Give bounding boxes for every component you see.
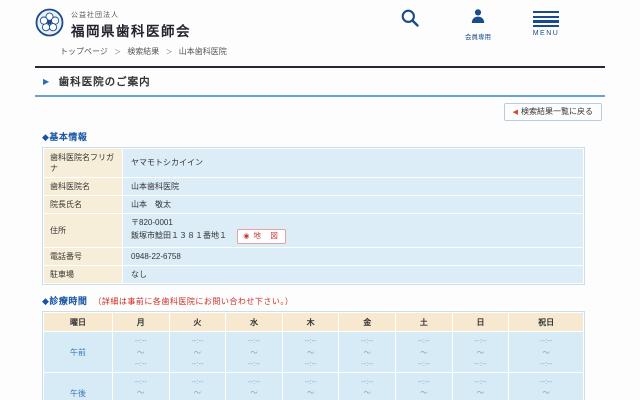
row-value: 山本 敬太 <box>123 195 583 213</box>
column-header: 水 <box>226 313 282 332</box>
hours-cell: --:--～--:-- <box>169 332 226 373</box>
member-area-label: 会員専用 <box>465 34 491 41</box>
table-row: 駐車場 なし <box>44 266 583 284</box>
hours-cell: --:--～--:-- <box>226 373 282 400</box>
breadcrumb-separator: ＞ <box>165 49 173 56</box>
hours-cell: --:--～--:-- <box>452 373 509 400</box>
hours-note: （詳細は事前に各歯科医院にお問い合わせ下さい。） <box>93 297 294 307</box>
back-to-results-button[interactable]: ◀ 検索結果一覧に戻る <box>503 103 602 121</box>
table-row: 住所 〒820-0001 飯塚市鯰田１３８１番地１ ◉ 地 図 <box>44 213 583 248</box>
hours-cell: --:--～--:-- <box>339 332 396 373</box>
row-label: 住所 <box>44 213 122 248</box>
row-label: 歯科医院名 <box>44 177 122 195</box>
address-value: 〒820-0001 飯塚市鯰田１３８１番地１ ◉ 地 図 <box>123 213 583 248</box>
column-header: 月 <box>113 313 169 332</box>
breadcrumb-link-home[interactable]: トップページ <box>60 47 108 56</box>
breadcrumb-separator: ＞ <box>114 49 122 56</box>
back-button-label: 検索結果一覧に戻る <box>521 107 593 116</box>
row-value: なし <box>123 266 583 284</box>
menu-label: MENU <box>532 30 560 38</box>
phone-value: 0948-22-6758 <box>123 248 583 266</box>
hours-cell: --:--～--:-- <box>226 332 282 373</box>
header-icons: 会員専用 MENU <box>389 8 605 41</box>
basic-info-table: 歯科医院名フリガナ ヤマモトシカイイン 歯科医院名 山本歯科医院 院長氏名 山本… <box>42 146 585 286</box>
column-header: 祝日 <box>509 313 583 332</box>
row-label: 院長氏名 <box>44 195 122 213</box>
column-header: 日 <box>452 313 509 332</box>
hours-table: 曜日 月 火 水 木 金 土 日 祝日 午前 --:-- ～ --:-- --:--… <box>42 311 585 400</box>
page-root: 公益社団法人 福岡県歯科医師会 会員専用 MENU トップページ ＞ 検索結果 … <box>0 0 640 400</box>
row-label-am: 午前 <box>44 332 112 373</box>
hours-row-am: 午前 --:-- ～ --:-- --:-- ～ --:-- --:-- ～ --:-- -… <box>44 332 583 373</box>
breadcrumb-link-search-results[interactable]: 検索結果 <box>127 47 159 56</box>
map-marker-icon: ◉ <box>243 233 251 241</box>
member-person-icon <box>470 8 486 29</box>
hours-cell: --:--～--:-- <box>396 373 452 400</box>
breadcrumb: トップページ ＞ 検索結果 ＞ 山本歯科医院 <box>60 46 640 57</box>
postal-code: 〒820-0001 <box>131 217 173 227</box>
hours-cell: --:--～--:-- <box>113 332 169 373</box>
table-row: 電話番号 0948-22-6758 <box>44 248 583 266</box>
back-row: ◀ 検索結果一覧に戻る <box>0 101 602 121</box>
street-address: 飯塚市鯰田１３８１番地１ <box>131 231 227 241</box>
site-header: 公益社団法人 福岡県歯科医師会 会員専用 MENU <box>0 0 640 42</box>
hours-cell: --:--～--:-- <box>396 332 452 373</box>
hours-cell: --:--～--:-- <box>113 373 169 400</box>
hours-heading: ◆診療時間 （詳細は事前に各歯科医院にお問い合わせ下さい。） <box>42 294 640 307</box>
hours-header-row: 曜日 月 火 水 木 金 土 日 祝日 <box>44 313 583 332</box>
row-value: 山本歯科医院 <box>123 177 583 195</box>
menu-button[interactable]: MENU <box>525 8 567 41</box>
association-emblem-icon <box>35 8 64 42</box>
row-value: ヤマモトシカイイン <box>123 148 583 177</box>
row-label: 電話番号 <box>44 248 122 266</box>
column-header: 土 <box>396 313 452 332</box>
row-label: 駐車場 <box>44 266 122 284</box>
back-arrow-icon: ◀ <box>512 109 518 116</box>
row-label: 歯科医院名フリガナ <box>44 148 122 177</box>
breadcrumb-current: 山本歯科医院 <box>178 47 227 56</box>
org-name-label: 福岡県歯科医師会 <box>71 24 191 39</box>
hours-cell: --:--～--:-- <box>509 373 583 400</box>
column-header: 木 <box>282 313 339 332</box>
column-header: 金 <box>339 313 396 332</box>
table-row: 院長氏名 山本 敬太 <box>44 195 583 213</box>
table-row: 歯科医院名 山本歯科医院 <box>44 177 583 195</box>
column-header: 火 <box>169 313 226 332</box>
page-title: 歯科医院のご案内 <box>58 76 151 88</box>
hours-cell: --:--～--:-- <box>339 373 396 400</box>
org-type-label: 公益社団法人 <box>71 12 119 19</box>
member-area-button[interactable]: 会員専用 <box>457 8 499 41</box>
org-text: 公益社団法人 福岡県歯科医師会 <box>71 10 191 40</box>
hamburger-menu-icon <box>533 11 559 28</box>
search-icon <box>400 8 420 33</box>
hours-cell: --:--～--:-- <box>282 332 339 373</box>
hours-cell: --:--～--:-- <box>169 373 226 400</box>
search-button[interactable] <box>389 8 431 41</box>
hours-row-pm: 午後 --:--～--:-- --:--～--:-- --:--～--:-- -… <box>44 373 583 400</box>
table-row: 歯科医院名フリガナ ヤマモトシカイイン <box>44 148 583 177</box>
title-arrow-icon: ▶ <box>43 77 50 86</box>
column-header: 曜日 <box>44 313 112 332</box>
page-title-bar: ▶ 歯科医院のご案内 <box>35 66 605 97</box>
site-logo-link[interactable]: 公益社団法人 福岡県歯科医師会 <box>35 8 191 42</box>
street-address-line: 飯塚市鯰田１３８１番地１ ◉ 地 図 <box>131 229 575 245</box>
basic-info-heading: ◆基本情報 <box>42 131 88 142</box>
hours-heading-text: ◆診療時間 <box>42 296 88 307</box>
hours-cell: --:--～--:-- <box>282 373 339 400</box>
map-button-label: 地 図 <box>253 231 279 241</box>
hours-cell: --:--～--:-- <box>509 332 583 373</box>
map-button[interactable]: ◉ 地 図 <box>237 229 286 245</box>
row-label-pm: 午後 <box>44 373 112 400</box>
hours-cell: --:--～--:-- <box>452 332 509 373</box>
